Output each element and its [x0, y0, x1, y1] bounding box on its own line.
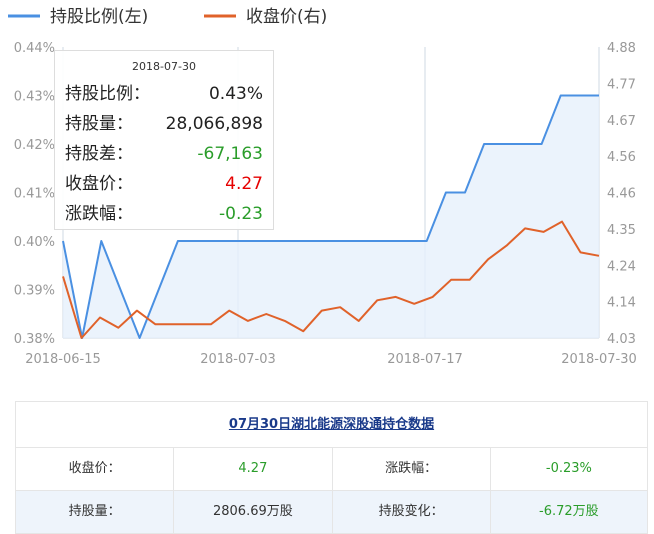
- y-axis-left: 0.38% 0.39% 0.40% 0.41% 0.42% 0.43% 0.44%: [14, 41, 55, 347]
- y-left-tick-label: 0.44%: [14, 41, 55, 56]
- y-left-tick-label: 0.43%: [14, 90, 55, 105]
- y-right-tick-label: 4.35: [607, 223, 636, 238]
- table-cell: 2806.69万股: [174, 491, 333, 533]
- x-tick-label: 2018-07-17: [387, 352, 463, 367]
- tooltip-row-label: 持股差：: [65, 144, 133, 164]
- y-right-tick-label: 4.88: [607, 41, 636, 56]
- tooltip-row: 涨跌幅： -0.23: [55, 199, 273, 229]
- y-right-tick-label: 4.46: [607, 187, 636, 202]
- tooltip-row-value: 28,066,898: [165, 114, 263, 134]
- tooltip-row-label: 收盘价：: [65, 174, 133, 194]
- y-right-tick-label: 4.56: [607, 150, 636, 165]
- x-tick-label: 2018-07-30: [561, 352, 637, 367]
- x-axis: 2018-06-15 2018-07-03 2018-07-17 2018-07-30: [25, 352, 637, 367]
- table-row: 持股量： 2806.69万股 持股变化： -6.72万股: [16, 491, 647, 534]
- y-left-tick-label: 0.40%: [14, 235, 55, 250]
- y-left-tick-label: 0.38%: [14, 332, 55, 347]
- x-tick-label: 2018-06-15: [25, 352, 101, 367]
- table-cell: 收盘价：: [16, 448, 175, 490]
- tooltip-rows: 持股比例： 0.43% 持股量： 28,066,898 持股差： -67,163 收盘价： 4…: [55, 79, 273, 229]
- tooltip-row-value: 0.43%: [208, 84, 263, 104]
- table-cell: 持股量：: [16, 491, 175, 533]
- holding-table: 07月30日湖北能源深股通持仓数据 收盘价： 4.27 涨跌幅： -0.23% 持股量：…: [15, 401, 648, 534]
- table-row: 收盘价： 4.27 涨跌幅： -0.23%: [16, 448, 647, 491]
- tooltip-row-value: 4.27: [225, 174, 263, 194]
- tooltip-row: 收盘价： 4.27: [55, 169, 273, 199]
- tooltip-row-label: 涨跌幅：: [65, 204, 133, 224]
- y-axis-right: 4.03 4.14 4.24 4.35 4.46 4.56 4.67 4.77 4.88: [607, 41, 636, 347]
- table-cell: 涨跌幅：: [333, 448, 491, 490]
- tooltip-row: 持股量： 28,066,898: [55, 109, 273, 139]
- y-right-tick-label: 4.14: [607, 296, 636, 311]
- legend-label-holding: 持股比例(左): [50, 7, 148, 27]
- tooltip-row-value: -67,163: [197, 144, 263, 164]
- y-right-tick-label: 4.77: [607, 77, 636, 92]
- table-cell: -0.23%: [545, 461, 592, 476]
- tooltip-date: 2018-07-30: [132, 60, 196, 73]
- table-body: 收盘价： 4.27 涨跌幅： -0.23% 持股量： 2806.69万股 持股变化： -6.7…: [16, 448, 647, 534]
- legend-label-close: 收盘价(右): [246, 7, 327, 27]
- table-title[interactable]: 07月30日湖北能源深股通持仓数据: [16, 402, 647, 448]
- y-right-tick-label: 4.67: [607, 114, 636, 129]
- x-tick-label: 2018-07-03: [200, 352, 276, 367]
- tooltip: 2018-07-30 持股比例： 0.43% 持股量： 28,066,898 持股差： -…: [54, 50, 274, 230]
- y-left-tick-label: 0.41%: [14, 187, 55, 202]
- tooltip-row-value: -0.23: [219, 204, 263, 224]
- table-cell: 持股变化：: [333, 491, 491, 533]
- y-right-tick-label: 4.03: [607, 332, 636, 347]
- table-cell: 4.27: [174, 448, 333, 490]
- y-left-tick-label: 0.42%: [14, 138, 55, 153]
- y-left-tick-label: 0.39%: [14, 284, 55, 299]
- tooltip-row-label: 持股比例：: [65, 84, 150, 104]
- legend: 持股比例(左) 收盘价(右): [8, 7, 327, 27]
- tooltip-row: 持股比例： 0.43%: [55, 79, 273, 109]
- tooltip-row: 持股差： -67,163: [55, 139, 273, 169]
- tooltip-row-label: 持股量：: [65, 114, 133, 134]
- table-cell: -6.72万股: [539, 504, 599, 519]
- y-right-tick-label: 4.24: [607, 259, 636, 274]
